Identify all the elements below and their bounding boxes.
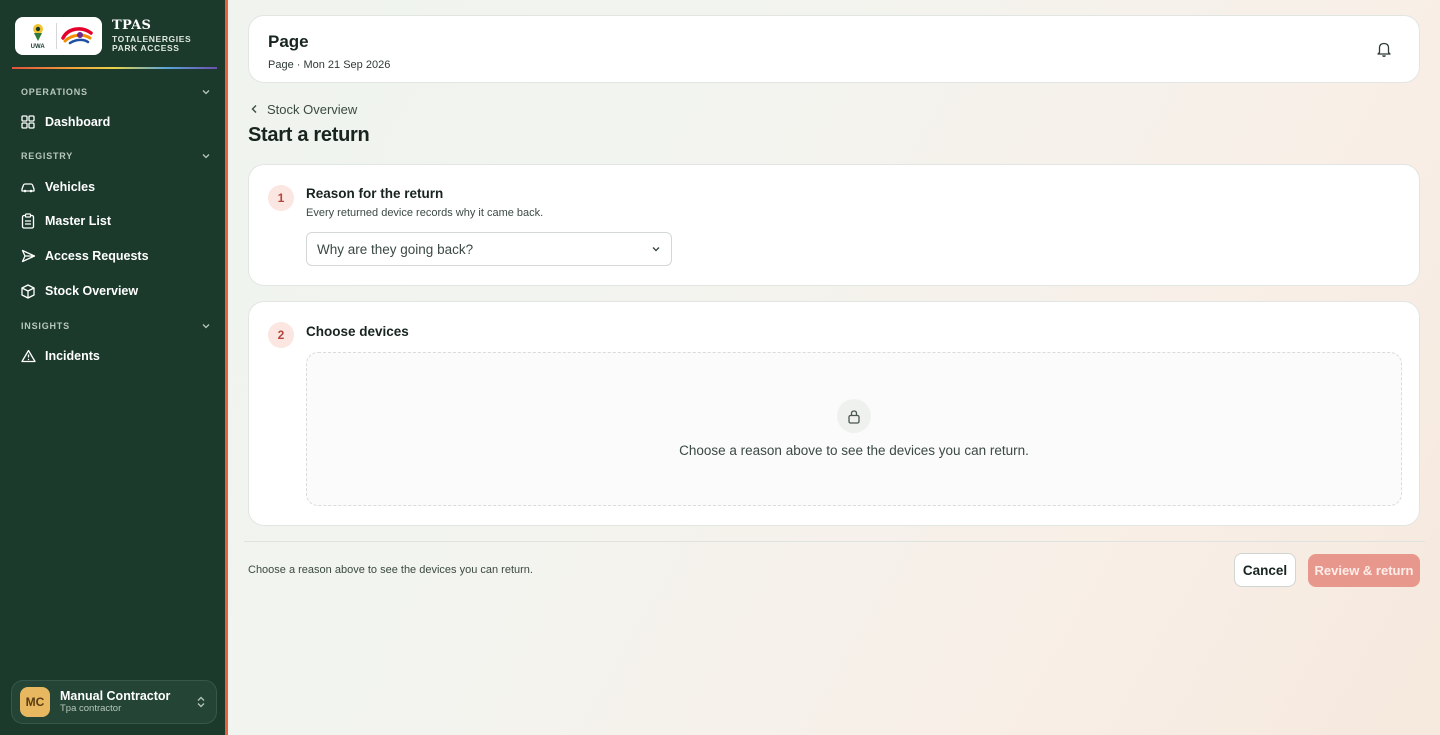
bell-icon[interactable] [1375, 40, 1393, 58]
sidebar-item-stock-overview[interactable]: Stock Overview [20, 279, 210, 303]
grid-icon [20, 114, 36, 130]
chevron-down-icon [652, 247, 660, 252]
back-link-label: Stock Overview [267, 101, 358, 117]
cancel-button[interactable]: Cancel [1234, 553, 1296, 587]
header-subtitle: Page · Mon 21 Sep 2026 [268, 59, 391, 71]
logo-divider [55, 23, 57, 49]
sidebar-item-label: Master List [45, 214, 111, 228]
uwa-crest-icon [32, 23, 43, 41]
user-name: Manual Contractor [60, 689, 171, 704]
sidebar-item-master-list[interactable]: Master List [20, 209, 210, 233]
header-title: Page [268, 32, 309, 51]
chevron-down-icon [202, 324, 210, 329]
uwa-logo-text: UWA [30, 43, 45, 50]
step-description: Every returned device records why it cam… [306, 207, 544, 219]
uwa-logo: UWA [23, 21, 53, 51]
page-title: Start a return [248, 124, 370, 146]
avatar: MC [20, 687, 50, 717]
devices-empty-state: Choose a reason above to see the devices… [306, 352, 1402, 506]
brand-divider [12, 67, 217, 69]
section-label: OPERATIONS [21, 87, 88, 97]
clipboard-icon [20, 213, 36, 229]
section-operations[interactable]: OPERATIONS [21, 85, 211, 99]
sidebar-item-access-requests[interactable]: Access Requests [20, 244, 210, 268]
return-reason-select[interactable]: Why are they going back? [306, 232, 672, 266]
sidebar-item-label: Access Requests [45, 249, 149, 263]
user-info: Manual Contractor Tpa contractor [60, 689, 194, 714]
brand-title: TPAS [112, 18, 152, 34]
user-role: Tpa contractor [60, 702, 122, 714]
section-insights[interactable]: INSIGHTS [21, 319, 211, 333]
chevron-down-icon [202, 90, 210, 95]
user-menu[interactable]: MC Manual Contractor Tpa contractor [11, 680, 217, 724]
alert-triangle-icon [20, 348, 36, 364]
footer-hint: Choose a reason above to see the devices… [248, 564, 533, 576]
select-placeholder: Why are they going back? [317, 241, 474, 257]
package-icon [20, 283, 36, 299]
step-number-badge: 2 [268, 322, 294, 348]
send-icon [20, 248, 36, 264]
review-and-return-button[interactable]: Review & return [1308, 554, 1420, 587]
sidebar-item-label: Dashboard [45, 115, 111, 129]
chevron-left-icon [251, 105, 257, 113]
footer-divider [244, 541, 1425, 542]
totalenergies-logo-icon [61, 27, 94, 45]
page-header: Page Page · Mon 21 Sep 2026 [248, 15, 1420, 83]
step-number-badge: 1 [268, 185, 294, 211]
lock-icon [837, 399, 871, 433]
sidebar: UWA TPAS TOTALENERGIES PARK ACCESS OPERA… [0, 0, 228, 735]
sidebar-item-label: Stock Overview [45, 284, 139, 298]
step-reason-card: 1 Reason for the return Every returned d… [248, 164, 1420, 286]
car-icon [20, 179, 36, 195]
brand-subtitle-line2: PARK ACCESS [112, 42, 180, 53]
sidebar-item-label: Vehicles [45, 180, 96, 194]
brand-logos: UWA [15, 17, 102, 55]
chevron-up-down-icon [197, 696, 205, 708]
sidebar-item-vehicles[interactable]: Vehicles [20, 175, 210, 199]
section-label: REGISTRY [21, 151, 74, 161]
section-registry[interactable]: REGISTRY [21, 149, 211, 163]
sidebar-item-dashboard[interactable]: Dashboard [20, 110, 210, 134]
chevron-down-icon [202, 154, 210, 159]
step-devices-card: 2 Choose devices Choose a reason above t… [248, 301, 1420, 526]
section-label: INSIGHTS [21, 321, 70, 331]
step-title: Reason for the return [306, 186, 444, 201]
back-to-stock-overview-link[interactable]: Stock Overview [250, 100, 357, 118]
step-title: Choose devices [306, 324, 409, 339]
empty-state-message: Choose a reason above to see the devices… [679, 443, 1029, 458]
sidebar-item-incidents[interactable]: Incidents [20, 344, 210, 368]
brand-text: TPAS TOTALENERGIES PARK ACCESS [112, 19, 191, 52]
brand[interactable]: UWA TPAS TOTALENERGIES PARK ACCESS [15, 16, 215, 56]
sidebar-item-label: Incidents [45, 349, 100, 363]
